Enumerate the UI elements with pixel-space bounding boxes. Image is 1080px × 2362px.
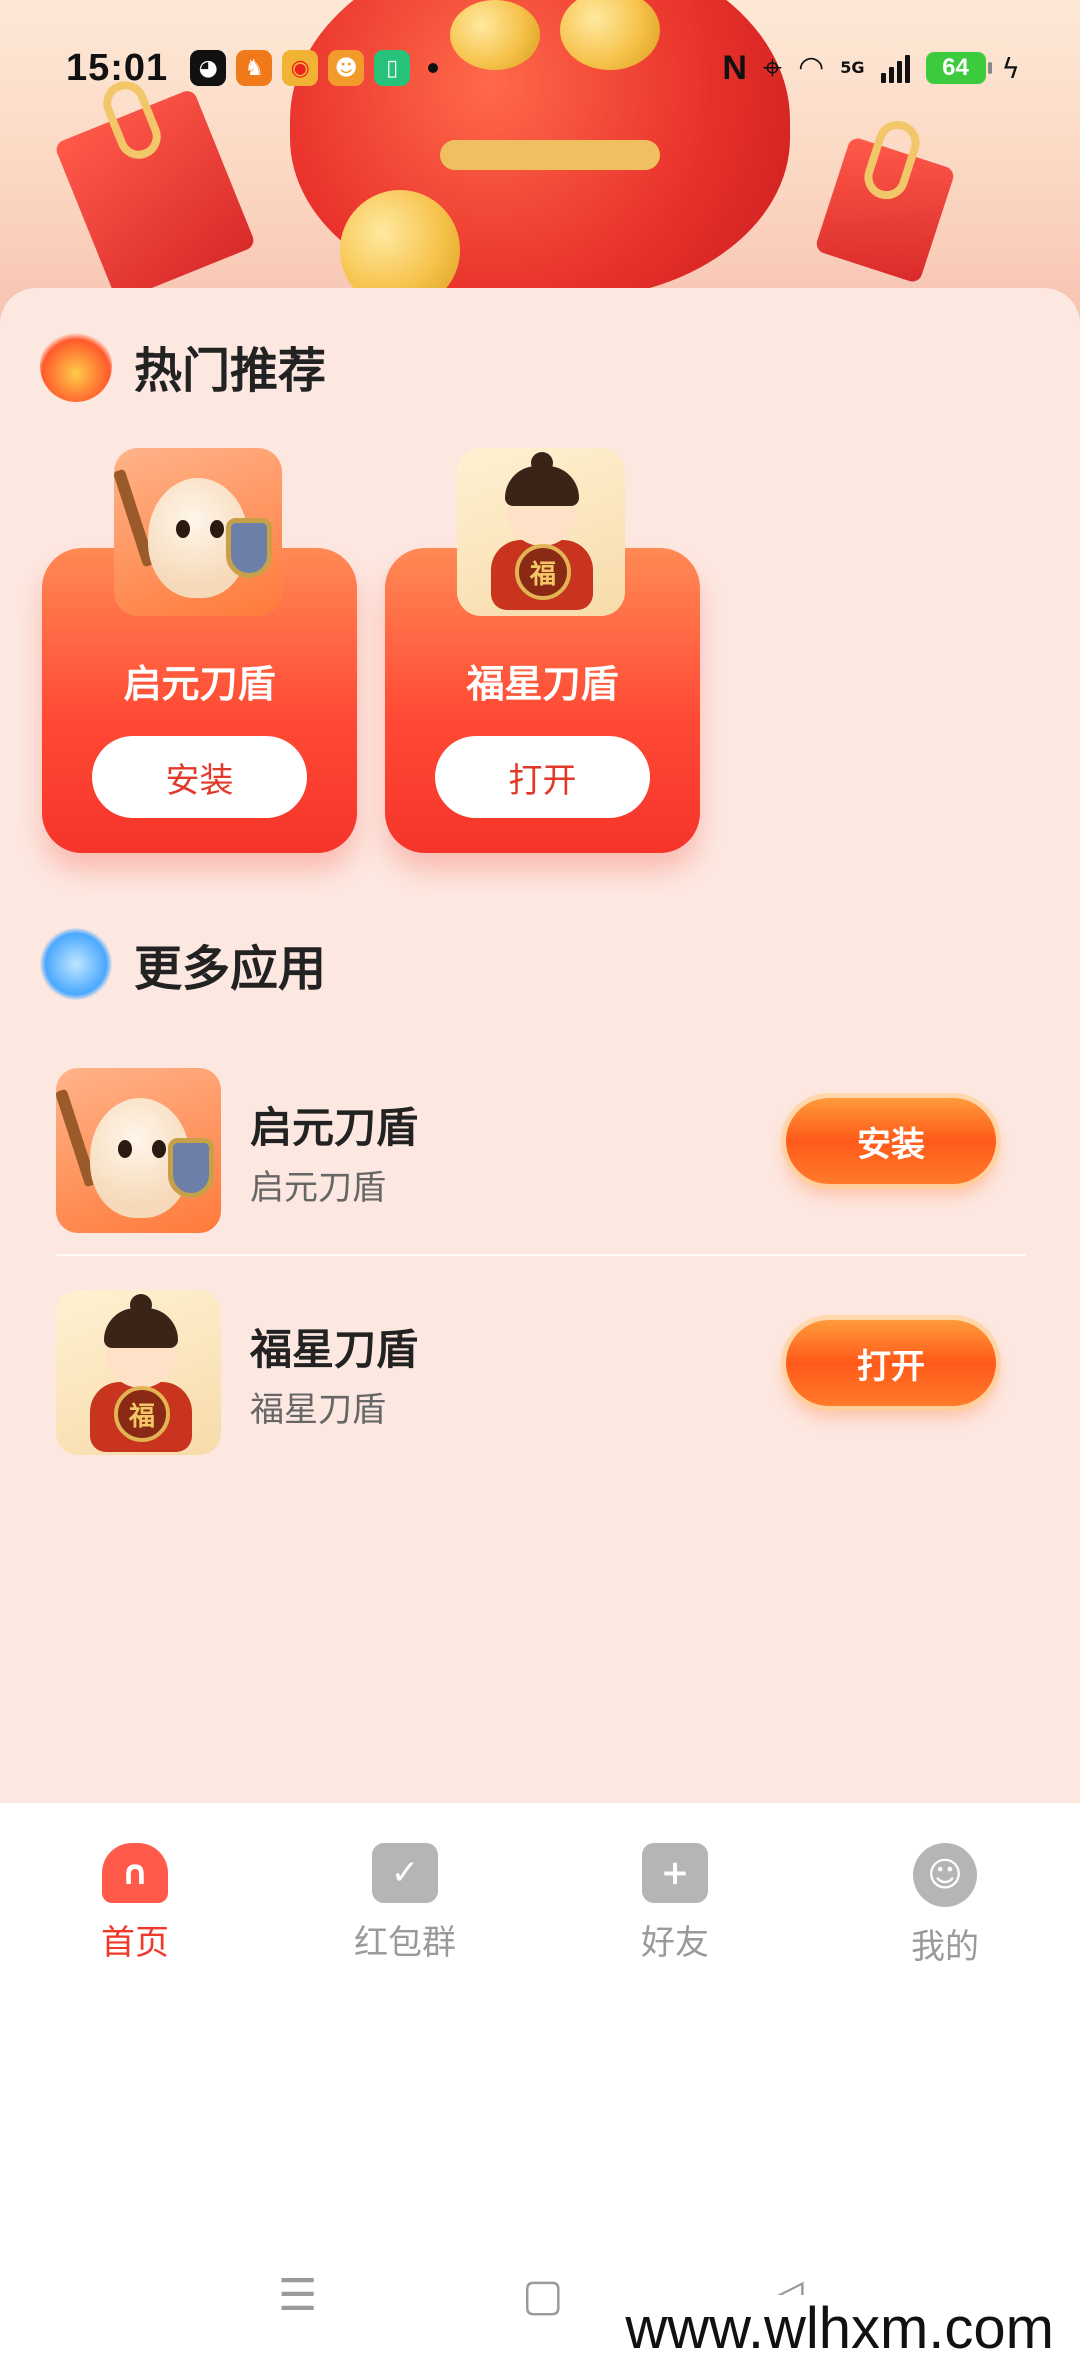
battery-app-icon: ▯: [374, 50, 411, 86]
bottom-nav: ∩ 首页 ✓ 红包群 + 好友 ☺ 我的: [0, 1803, 1080, 1993]
nav-label: 我的: [911, 1927, 979, 1967]
clock: 15:01: [66, 46, 169, 89]
nav-item-friends[interactable]: + 好友: [540, 1803, 810, 1993]
nav-label: 红包群: [354, 1923, 456, 1963]
app-thumbnail: [56, 1068, 221, 1233]
list-item[interactable]: 启元刀盾 启元刀盾 安装: [56, 1068, 1026, 1236]
charging-icon: ϟ: [1001, 51, 1020, 85]
diamond-icon: [40, 928, 112, 1000]
location-icon: ⌖: [762, 48, 783, 88]
install-button[interactable]: 安装: [92, 736, 307, 818]
more-section-header: 更多应用: [40, 928, 326, 1000]
nav-item-home[interactable]: ∩ 首页: [0, 1803, 270, 1993]
add-friend-icon: +: [642, 1843, 708, 1903]
nav-label: 首页: [101, 1923, 169, 1963]
character-hair-bun: [130, 1294, 152, 1316]
nav-label: 好友: [641, 1923, 709, 1963]
list-item[interactable]: 福 福星刀盾 福星刀盾 打开: [56, 1290, 1026, 1458]
fortune-medal: 福: [515, 544, 571, 600]
character-eye: [118, 1140, 132, 1158]
status-bar: 15:01 ◕ ♞ ◉ ☻ ▯ N ⌖ ◠ 5G 64 ϟ: [0, 38, 1080, 98]
app-thumbnail: [114, 448, 282, 616]
home-icon: ∩: [102, 1843, 168, 1903]
profile-icon: ☺: [913, 1843, 977, 1907]
list-divider: [56, 1254, 1026, 1256]
watermark: www.wlhxm.com: [619, 2295, 1060, 2362]
app-name: 启元刀盾: [123, 662, 276, 706]
red-packet-group-icon: ✓: [372, 1843, 438, 1903]
character-eye: [176, 520, 190, 538]
fortune-medal: 福: [114, 1386, 170, 1442]
more-notifications-dot: [428, 63, 439, 73]
qq-icon: ◕: [190, 50, 227, 86]
hot-section-header: 热门推荐: [40, 330, 326, 402]
battery-level: 64: [942, 54, 969, 81]
app-title: 福星刀盾: [250, 1325, 419, 1374]
character-eye: [210, 520, 224, 538]
hot-card[interactable]: 启元刀盾 安装: [42, 448, 357, 853]
menu-icon[interactable]: ☰: [278, 2270, 317, 2321]
wifi-icon: ◠: [798, 50, 825, 85]
shield-icon: [226, 518, 272, 578]
notification-icons: ◕ ♞ ◉ ☻ ▯: [190, 50, 439, 86]
hot-card[interactable]: 福 福星刀盾 打开: [385, 448, 700, 853]
game-app-icon: ♞: [236, 50, 273, 86]
app-name: 福星刀盾: [466, 662, 619, 706]
bag-rope: [440, 140, 660, 170]
character-hair-bun: [531, 452, 553, 474]
content-sheet: 热门推荐 启元刀盾 安装 福 福星刀盾 打开 更多应用 启元刀盾 启元刀盾 安装…: [0, 288, 1080, 1803]
open-button[interactable]: 打开: [786, 1320, 996, 1406]
nav-item-profile[interactable]: ☺ 我的: [810, 1803, 1080, 1993]
home-square-icon[interactable]: ▢: [522, 2270, 564, 2321]
network-type: 5G: [840, 58, 865, 77]
app-title: 启元刀盾: [250, 1103, 419, 1152]
signal-icon: [880, 53, 910, 83]
section-title: 更多应用: [134, 941, 327, 997]
character-eye: [152, 1140, 166, 1158]
system-nav-bar: ☰ ▢ ◁ www.wlhxm.com: [0, 2230, 1080, 2362]
shield-icon: [168, 1138, 214, 1198]
chat-app-icon: ☻: [328, 50, 365, 86]
nfc-icon: N: [722, 49, 747, 87]
nav-item-red-packet-group[interactable]: ✓ 红包群: [270, 1803, 540, 1993]
app-subtitle: 启元刀盾: [250, 1168, 386, 1208]
app-thumbnail: 福: [457, 448, 625, 616]
install-button[interactable]: 安装: [786, 1098, 996, 1184]
app-subtitle: 福星刀盾: [250, 1390, 386, 1430]
section-title: 热门推荐: [134, 343, 327, 399]
app-thumbnail: 福: [56, 1290, 221, 1455]
fire-icon: [40, 330, 112, 402]
weibo-icon: ◉: [282, 50, 319, 86]
open-button[interactable]: 打开: [435, 736, 650, 818]
battery-icon: 64: [925, 52, 992, 84]
